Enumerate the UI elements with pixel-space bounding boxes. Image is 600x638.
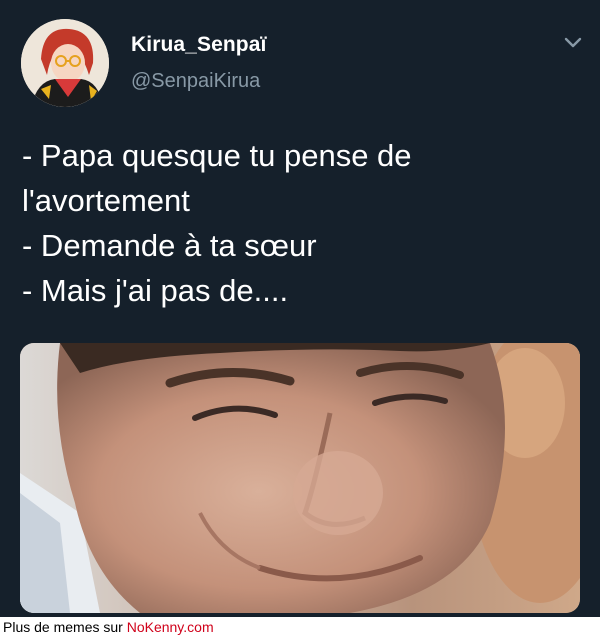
tweet-text-line: - Mais j'ai pas de.... — [22, 273, 289, 308]
tweet-text: - Papa quesque tu pense de l'avortement … — [22, 133, 582, 313]
tweet-text-line: - Papa quesque tu pense de — [22, 138, 412, 173]
tweet-text-line: l'avortement — [22, 183, 190, 218]
author-name[interactable]: Kirua_Senpaï — [131, 33, 266, 57]
author-handle[interactable]: @SenpaiKirua — [131, 70, 260, 93]
anime-avatar-icon — [21, 19, 109, 107]
tweet-card: Kirua_Senpaï @SenpaiKirua - Papa quesque… — [0, 0, 600, 617]
tweet-media-image[interactable] — [20, 343, 580, 613]
footer-credit: Plus de memes sur NoKenny.com — [3, 619, 214, 635]
tweet-text-line: - Demande à ta sœur — [22, 228, 317, 263]
footer-prefix: Plus de memes sur — [3, 619, 127, 635]
footer-site-link[interactable]: NoKenny.com — [127, 619, 214, 635]
avatar[interactable] — [21, 19, 109, 107]
chevron-down-icon[interactable] — [562, 34, 584, 52]
face-photo — [20, 343, 580, 613]
